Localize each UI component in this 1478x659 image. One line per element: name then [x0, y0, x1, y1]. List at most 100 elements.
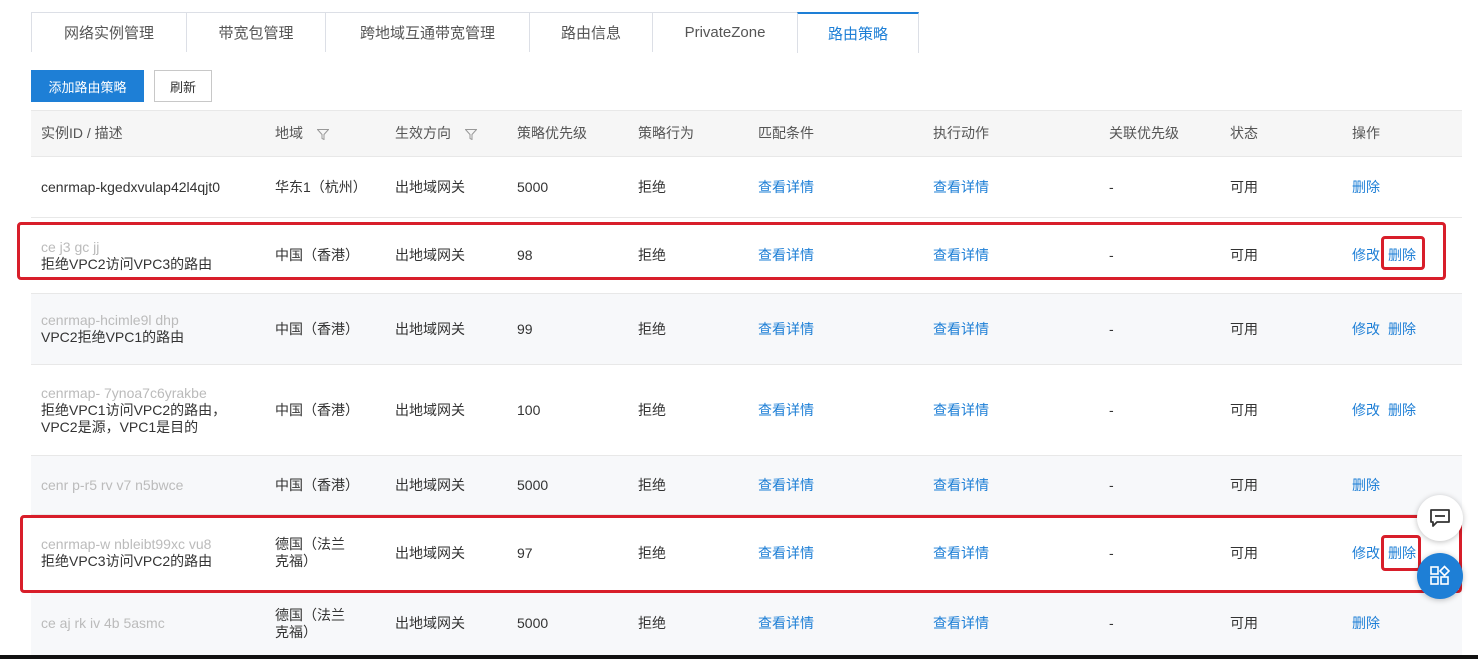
- direction-cell: 出地域网关: [395, 476, 465, 493]
- match-details-link[interactable]: 查看详情: [748, 402, 923, 419]
- region-cell: 中国（香港）: [275, 401, 359, 418]
- region-cell: 华东1（杭州）: [275, 178, 367, 195]
- tab-cross-region-bandwidth[interactable]: 跨地域互通带宽管理: [325, 12, 529, 52]
- action-cell: 拒绝: [638, 544, 666, 561]
- direction-cell: 出地域网关: [395, 544, 465, 561]
- status-cell: 可用: [1230, 178, 1258, 195]
- operations-cell: 删除: [1342, 477, 1462, 494]
- operations-cell: 修改 删除: [1342, 321, 1462, 338]
- status-cell: 可用: [1230, 476, 1258, 493]
- match-details-link[interactable]: 查看详情: [748, 545, 923, 562]
- action-cell: 拒绝: [638, 247, 666, 263]
- instance-id-text: ce j3 gc jj: [41, 238, 100, 255]
- match-details-link[interactable]: 查看详情: [748, 615, 923, 632]
- match-details-link[interactable]: 查看详情: [748, 179, 923, 196]
- table-row: cenrmap- 7ynoa7c6yrakbe 拒绝VPC1访问VPC2的路由，…: [31, 365, 1462, 456]
- instance-id-text: ce aj rk iv 4b 5asmc: [41, 615, 165, 631]
- delete-link[interactable]: 删除: [1352, 615, 1380, 631]
- window-bottom-edge: [0, 655, 1478, 659]
- operations-cell: 删除: [1342, 179, 1462, 196]
- direction-cell: 出地域网关: [395, 178, 465, 195]
- column-header-status: 状态: [1230, 125, 1258, 141]
- delete-link[interactable]: 删除: [1388, 545, 1416, 561]
- instance-description: VPC2拒绝VPC1的路由: [41, 329, 185, 345]
- match-details-link[interactable]: 查看详情: [748, 321, 923, 338]
- table-row: cenrmap-hcimle9l dhp VPC2拒绝VPC1的路由 中国（香港…: [31, 294, 1462, 365]
- edit-link[interactable]: 修改: [1352, 402, 1380, 418]
- exec-details-link[interactable]: 查看详情: [923, 321, 1099, 338]
- column-header-region: 地域: [265, 125, 385, 142]
- tab-bandwidth-package[interactable]: 带宽包管理: [186, 12, 325, 52]
- instance-id: cenrmap-w nbleibt99xc vu8 拒绝VPC3访问VPC2的路…: [31, 536, 265, 570]
- table-row: ce aj rk iv 4b 5asmc 德国（法兰克福） 出地域网关 5000…: [31, 592, 1462, 656]
- delete-link[interactable]: 删除: [1352, 477, 1380, 493]
- filter-icon[interactable]: [464, 128, 477, 140]
- delete-link[interactable]: 删除: [1388, 321, 1416, 337]
- table-header: 实例ID / 描述 地域 生效方向 策略优先级 策略行为 匹配条件 执行动作 关…: [31, 110, 1462, 157]
- action-cell: 拒绝: [638, 178, 666, 195]
- column-header-label: 生效方向: [395, 125, 451, 141]
- priority-cell: 97: [517, 544, 533, 561]
- column-header-priority: 策略优先级: [517, 125, 587, 141]
- table-row: cenrmap-kgedxvulap42l4qjt0 华东1（杭州） 出地域网关…: [31, 157, 1462, 218]
- action-cell: 拒绝: [638, 615, 666, 631]
- direction-cell: 出地域网关: [395, 247, 465, 263]
- delete-link[interactable]: 删除: [1388, 247, 1416, 263]
- instance-id-text: cenrmap- 7ynoa7c6yrakbe: [41, 384, 207, 401]
- exec-details-link[interactable]: 查看详情: [923, 477, 1099, 494]
- instance-description: 拒绝VPC1访问VPC2的路由，VPC2是源，VPC1是目的: [41, 401, 227, 435]
- assoc-priority-cell: -: [1109, 615, 1114, 631]
- column-header-id: 实例ID / 描述: [41, 125, 123, 141]
- filter-icon[interactable]: [316, 128, 329, 140]
- column-header-exec: 执行动作: [933, 125, 989, 141]
- chat-icon[interactable]: [1417, 495, 1463, 541]
- action-cell: 拒绝: [638, 476, 666, 493]
- priority-cell: 98: [517, 247, 533, 263]
- add-route-policy-button[interactable]: 添加路由策略: [31, 70, 144, 102]
- column-header-match: 匹配条件: [758, 125, 814, 141]
- instance-id: ce j3 gc jj 拒绝VPC2访问VPC3的路由: [31, 239, 265, 273]
- column-header-label: 地域: [275, 125, 303, 141]
- match-details-link[interactable]: 查看详情: [748, 247, 923, 264]
- tab-network-instance[interactable]: 网络实例管理: [31, 12, 186, 52]
- delete-link[interactable]: 删除: [1388, 402, 1416, 418]
- instance-description: 拒绝VPC2访问VPC3的路由: [41, 255, 213, 272]
- exec-details-link[interactable]: 查看详情: [923, 545, 1099, 562]
- assoc-priority-cell: -: [1109, 401, 1114, 418]
- tab-route-info[interactable]: 路由信息: [529, 12, 652, 52]
- instance-id-text: cenrmap-hcimle9l dhp: [41, 312, 179, 328]
- refresh-button[interactable]: 刷新: [154, 70, 212, 102]
- instance-id-text: cenrmap-kgedxvulap42l4qjt0: [41, 178, 220, 195]
- edit-link[interactable]: 修改: [1352, 321, 1380, 337]
- operations-cell: 删除: [1342, 615, 1462, 632]
- exec-details-link[interactable]: 查看详情: [923, 402, 1099, 419]
- edit-link[interactable]: 修改: [1352, 545, 1380, 561]
- instance-id: cenrmap- 7ynoa7c6yrakbe 拒绝VPC1访问VPC2的路由，…: [31, 385, 265, 436]
- action-cell: 拒绝: [638, 401, 666, 418]
- apps-icon[interactable]: [1417, 553, 1463, 599]
- instance-id: cenrmap-hcimle9l dhp VPC2拒绝VPC1的路由: [31, 312, 265, 346]
- region-cell: 德国（法兰克福）: [275, 536, 345, 569]
- tab-privatezone[interactable]: PrivateZone: [652, 12, 797, 52]
- status-cell: 可用: [1230, 615, 1258, 631]
- exec-details-link[interactable]: 查看详情: [923, 615, 1099, 632]
- instance-id-text: cenrmap-w nbleibt99xc vu8: [41, 536, 212, 552]
- priority-cell: 5000: [517, 178, 549, 195]
- column-header-action: 策略行为: [638, 125, 694, 141]
- direction-cell: 出地域网关: [395, 615, 465, 631]
- region-cell: 中国（香港）: [275, 320, 359, 337]
- assoc-priority-cell: -: [1109, 247, 1114, 263]
- tab-route-policy[interactable]: 路由策略: [797, 12, 919, 53]
- region-cell: 德国（法兰克福）: [275, 606, 345, 640]
- edit-link[interactable]: 修改: [1352, 247, 1380, 263]
- route-policy-table: 实例ID / 描述 地域 生效方向 策略优先级 策略行为 匹配条件 执行动作 关…: [31, 110, 1462, 656]
- priority-cell: 99: [517, 320, 533, 337]
- action-cell: 拒绝: [638, 320, 666, 337]
- delete-link[interactable]: 删除: [1352, 179, 1380, 195]
- status-cell: 可用: [1230, 401, 1258, 418]
- assoc-priority-cell: -: [1109, 476, 1114, 493]
- exec-details-link[interactable]: 查看详情: [923, 179, 1099, 196]
- column-header-direction: 生效方向: [385, 125, 507, 142]
- match-details-link[interactable]: 查看详情: [748, 477, 923, 494]
- exec-details-link[interactable]: 查看详情: [923, 247, 1099, 264]
